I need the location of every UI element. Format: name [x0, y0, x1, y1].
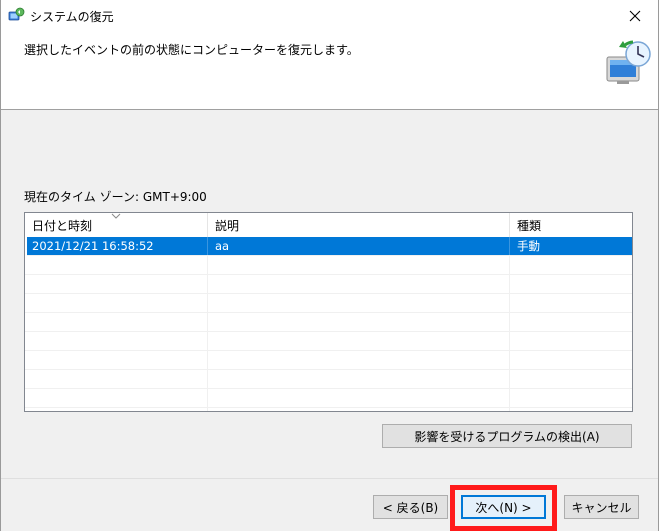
empty-row — [25, 351, 632, 370]
empty-row — [25, 389, 632, 408]
empty-cell — [208, 370, 510, 388]
next-button[interactable]: 次へ(N) > — [461, 495, 546, 519]
title-bar: システムの復元 — [1, 0, 658, 32]
column-header-date[interactable]: 日付と時刻 — [25, 213, 208, 237]
empty-cell — [208, 256, 510, 274]
empty-cell — [510, 408, 632, 411]
column-header-type-label: 種類 — [517, 219, 542, 233]
empty-cell — [208, 294, 510, 312]
close-icon — [629, 10, 641, 22]
empty-cell — [510, 256, 632, 274]
column-header-type[interactable]: 種類 — [510, 213, 632, 237]
list-header: 日付と時刻 説明 種類 — [25, 213, 632, 237]
empty-cell — [510, 389, 632, 407]
column-header-description-label: 説明 — [215, 219, 240, 233]
empty-cell — [25, 313, 208, 331]
detect-affected-programs-button[interactable]: 影響を受けるプログラムの検出(A) — [382, 424, 632, 448]
empty-cell — [25, 256, 208, 274]
empty-row — [25, 332, 632, 351]
empty-cell — [208, 351, 510, 369]
empty-cell — [25, 351, 208, 369]
empty-cell — [25, 370, 208, 388]
row-date: 2021/12/21 16:58:52 — [27, 237, 208, 255]
cancel-button[interactable]: キャンセル — [564, 495, 639, 519]
row-description: aa — [208, 237, 510, 255]
empty-cell — [510, 313, 632, 331]
wizard-header: 選択したイベントの前の状態にコンピューターを復元します。 — [1, 32, 658, 110]
empty-row — [25, 313, 632, 332]
back-button[interactable]: < 戻る(B) — [373, 495, 448, 519]
empty-cell — [510, 370, 632, 388]
system-restore-window: システムの復元 選択したイベントの前の状態にコンピューターを復元します。 現在の… — [0, 0, 659, 531]
empty-cell — [208, 408, 510, 411]
empty-cell — [510, 294, 632, 312]
empty-cell — [25, 389, 208, 407]
sort-arrow-icon — [111, 213, 121, 219]
footer-separator — [1, 478, 658, 479]
empty-row — [25, 370, 632, 389]
empty-cell — [25, 332, 208, 350]
empty-cell — [510, 275, 632, 293]
empty-cell — [510, 351, 632, 369]
empty-cell — [510, 332, 632, 350]
close-button[interactable] — [612, 0, 658, 32]
column-header-date-label: 日付と時刻 — [32, 219, 93, 233]
column-header-description[interactable]: 説明 — [208, 213, 510, 237]
empty-cell — [208, 313, 510, 331]
timezone-label: 現在のタイム ゾーン: GMT+9:00 — [24, 190, 207, 204]
empty-cell — [25, 294, 208, 312]
computer-restore-icon — [606, 40, 651, 84]
row-type: 手動 — [517, 239, 540, 253]
empty-cell — [208, 275, 510, 293]
empty-row — [25, 294, 632, 313]
empty-cell — [208, 332, 510, 350]
empty-cell — [25, 408, 208, 411]
list-rows: 2021/12/21 16:58:52 aa 手動 — [25, 237, 632, 411]
empty-cell — [25, 275, 208, 293]
system-restore-icon — [8, 7, 25, 21]
restore-point-list[interactable]: 日付と時刻 説明 種類 2021/12/21 16:58:52 aa 手動 — [24, 212, 633, 412]
empty-row — [25, 408, 632, 411]
empty-row — [25, 275, 632, 294]
instruction-text: 選択したイベントの前の状態にコンピューターを復元します。 — [24, 43, 359, 57]
empty-row — [25, 256, 632, 275]
empty-cell — [208, 389, 510, 407]
window-title: システムの復元 — [30, 10, 114, 24]
table-row[interactable]: 2021/12/21 16:58:52 aa 手動 — [27, 237, 632, 256]
